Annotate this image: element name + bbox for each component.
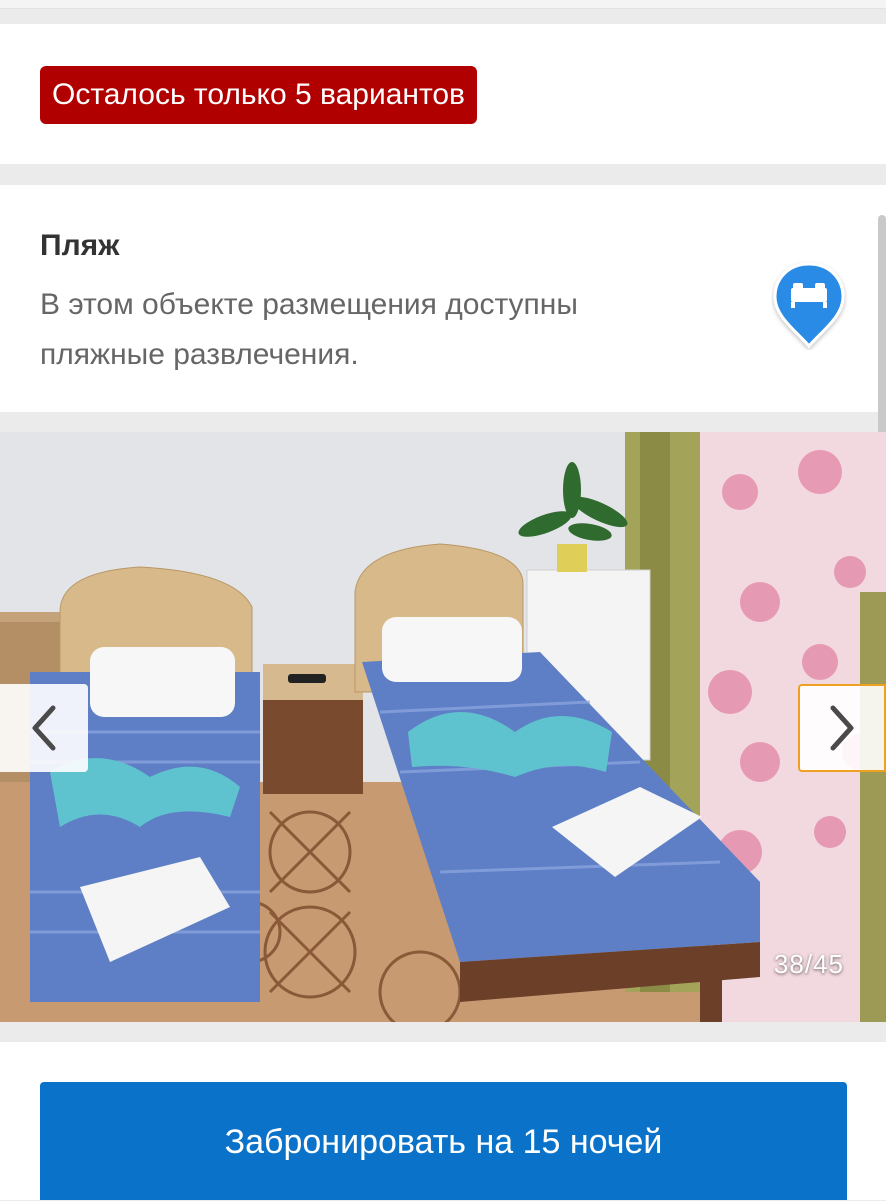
book-button[interactable]: Забронировать на 15 ночей	[40, 1082, 847, 1200]
gallery-next-button[interactable]	[798, 684, 886, 772]
urgency-card: Осталось только 5 вариантов	[0, 24, 886, 164]
beach-feature-card: Пляж В этом объекте размещения доступны …	[0, 185, 886, 435]
scrollbar[interactable]	[878, 215, 886, 435]
bed-pin-icon	[773, 262, 845, 349]
photo-counter: 38/45	[773, 949, 844, 979]
room-photo	[0, 432, 886, 1022]
chevron-right-icon	[830, 705, 854, 751]
chevron-left-icon	[32, 705, 56, 751]
feature-title: Пляж	[40, 229, 120, 262]
photo-gallery[interactable]: 38/45	[0, 432, 886, 1022]
booking-card: Забронировать на 15 ночей	[0, 1042, 886, 1200]
gallery-prev-button[interactable]	[0, 684, 88, 772]
urgency-badge: Осталось только 5 вариантов	[40, 66, 477, 124]
top-card-edge	[0, 0, 886, 9]
feature-description: В этом объекте размещения доступны пляжн…	[40, 288, 578, 371]
